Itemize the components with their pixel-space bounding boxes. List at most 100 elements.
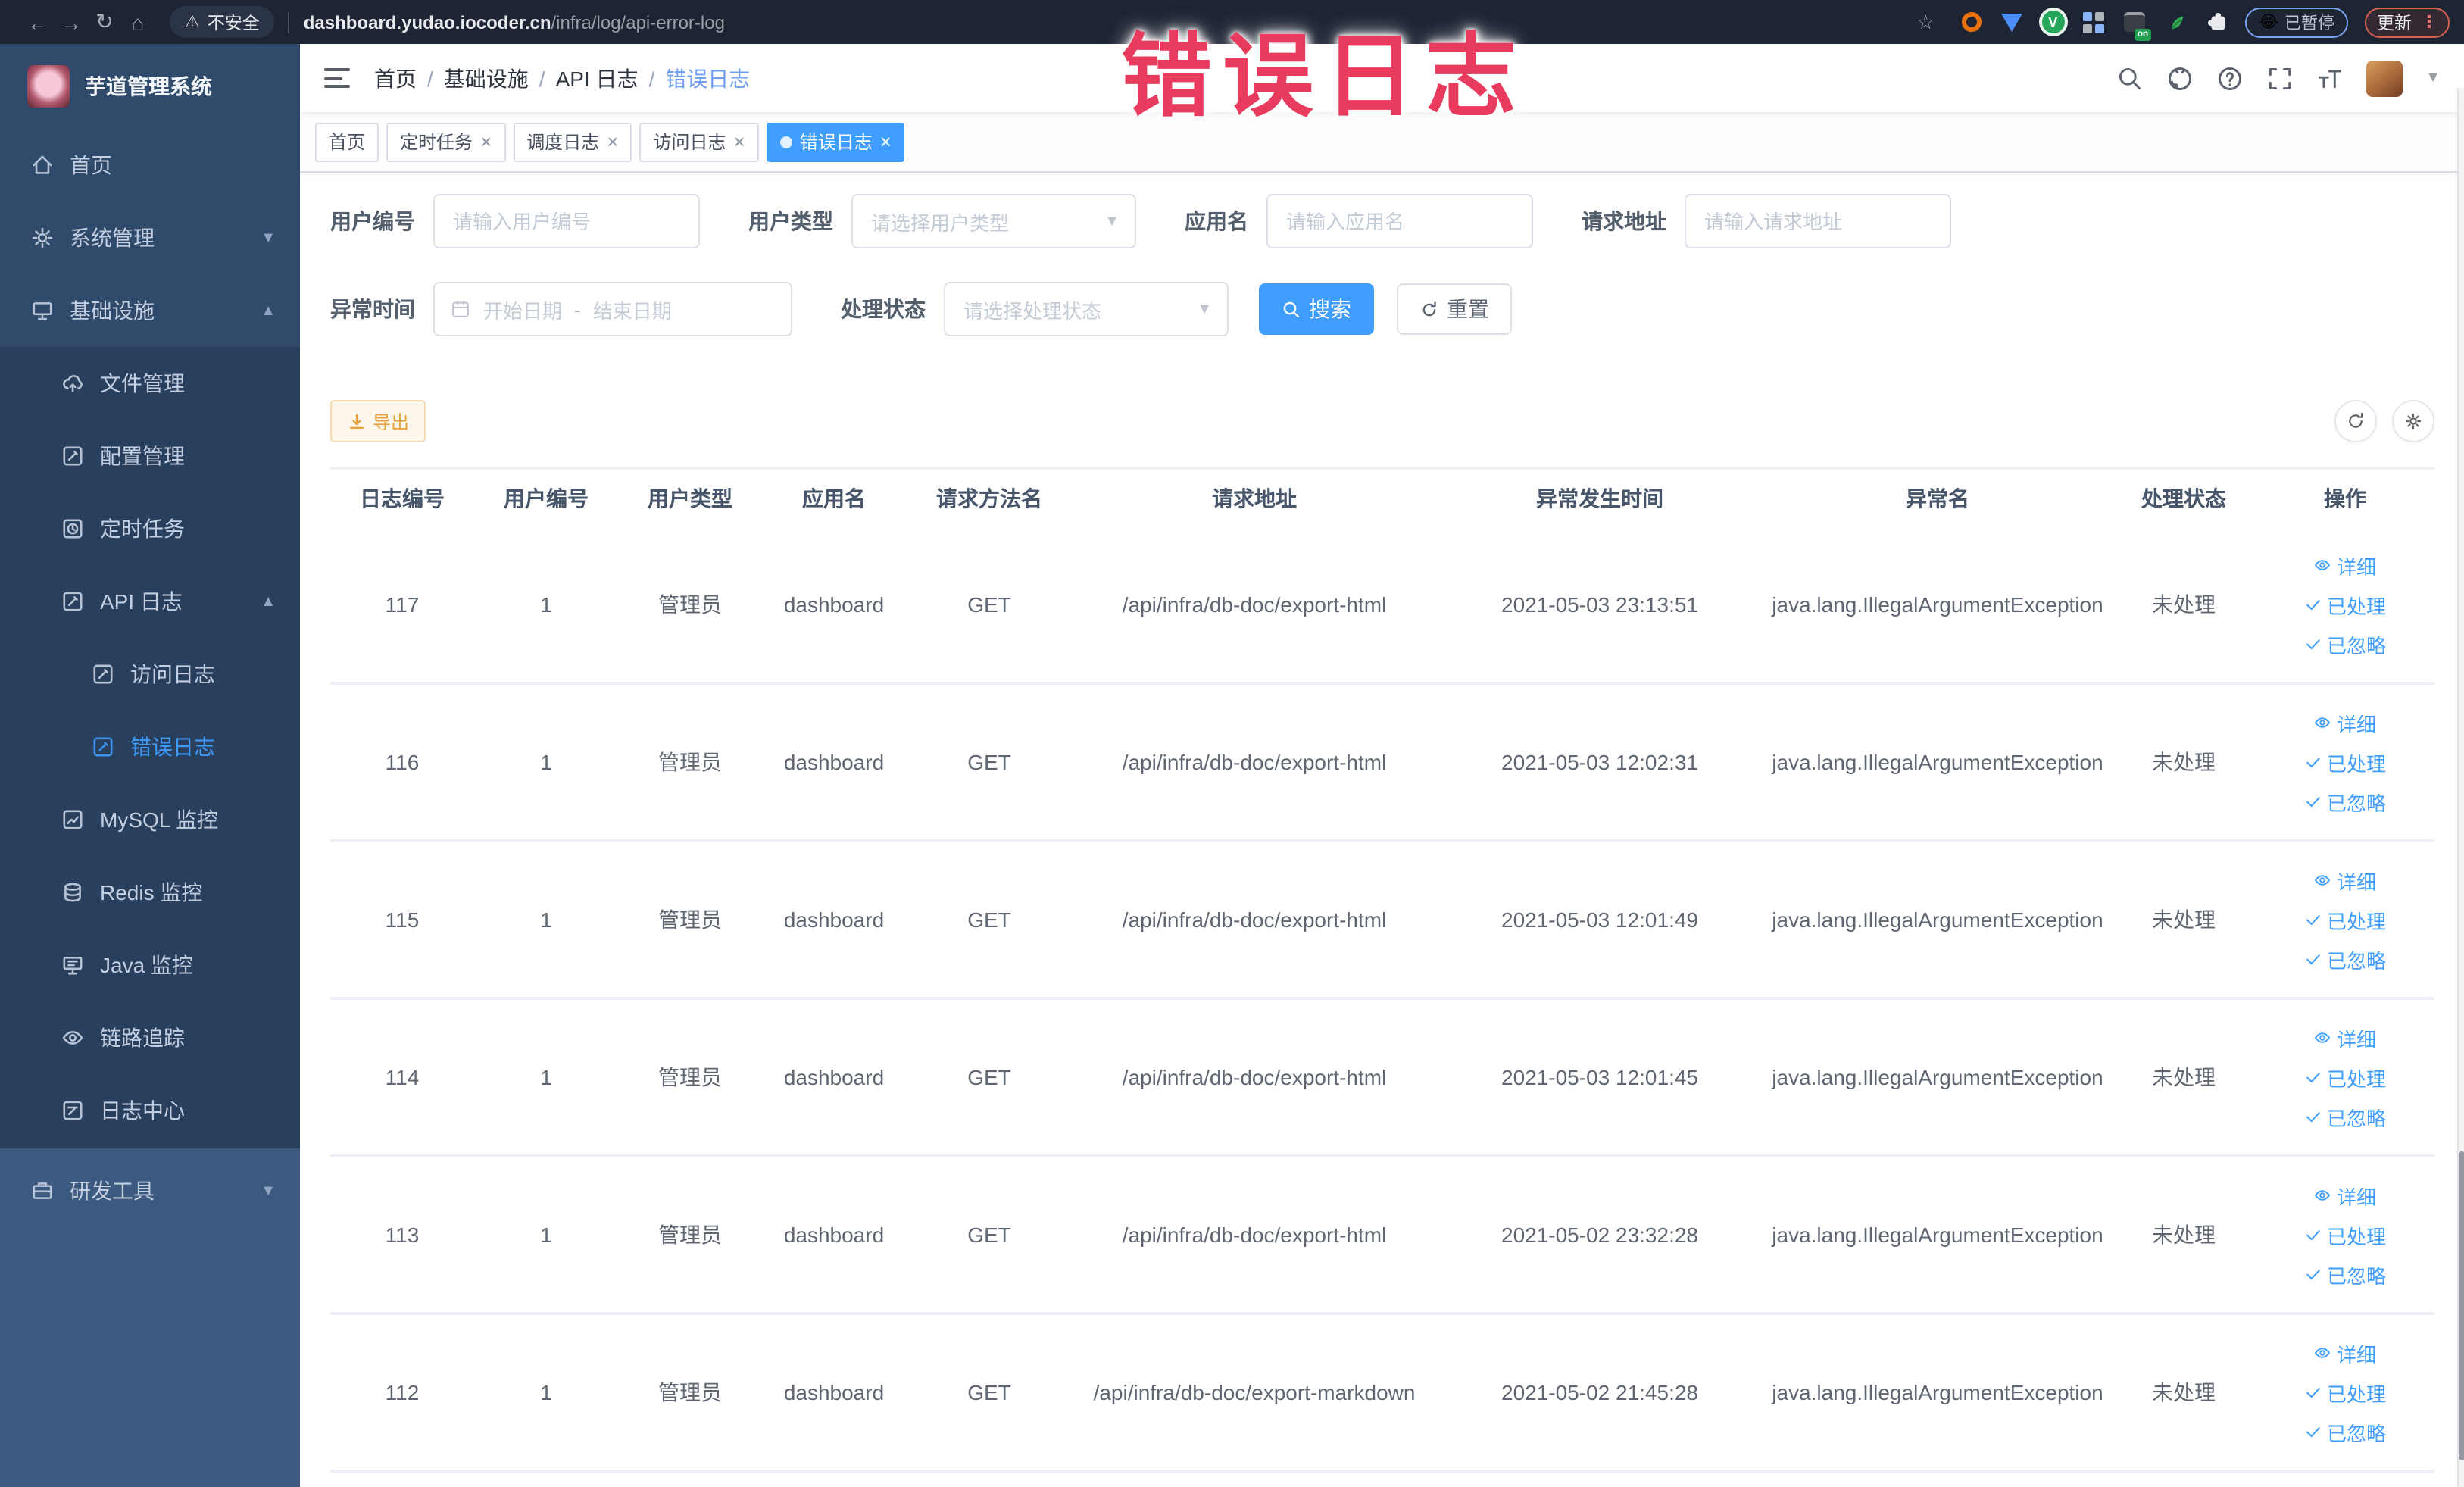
column-settings-button[interactable] [2392, 400, 2434, 442]
app-logo[interactable]: 芋道管理系统 [0, 44, 300, 129]
user-avatar[interactable] [2366, 60, 2403, 96]
export-button[interactable]: 导出 [330, 400, 426, 442]
mark-ignored-link[interactable]: 已忽略 [2304, 1417, 2386, 1446]
extension-grid-icon[interactable] [2081, 10, 2106, 34]
url-host[interactable]: dashboard.yudao.iocoder.cn [304, 11, 551, 33]
search-icon[interactable] [2116, 64, 2144, 92]
sidebar-item-java[interactable]: Java 监控 [0, 929, 300, 1001]
request-url-cell: /api/infra/db-doc/export-markdown [1093, 1380, 1416, 1404]
user-id-cell: 1 [540, 1380, 552, 1404]
tab-close-icon[interactable]: × [734, 132, 745, 152]
tab-schedule-log[interactable]: 调度日志 × [513, 122, 632, 161]
method-cell: GET [967, 1380, 1011, 1404]
user-type-cell: 管理员 [658, 1065, 722, 1089]
mark-ignored-link[interactable]: 已忽略 [2304, 1102, 2386, 1131]
sidebar-item-cron[interactable]: 定时任务 [0, 492, 300, 565]
error-log-table: 日志编号 用户编号 用户类型 应用名 请求方法名 请求地址 异常发生时间 异常名… [330, 467, 2434, 1473]
bookmark-star-icon[interactable]: ☆ [1909, 10, 1942, 34]
sidebar-item-redis[interactable]: Redis 监控 [0, 856, 300, 929]
actions-cell: 详细 已处理 已忽略 [2256, 551, 2434, 658]
app-name-input[interactable] [1266, 194, 1533, 248]
user-type-select[interactable]: 请选择用户类型 ▼ [851, 194, 1136, 248]
update-button[interactable]: 更新 ⋮ [2365, 7, 2450, 37]
search-button[interactable]: 搜索 [1259, 283, 1374, 335]
mark-ignored-link[interactable]: 已忽略 [2304, 945, 2386, 973]
breadcrumb-item[interactable]: 基础设施 [444, 63, 529, 93]
font-size-icon[interactable] [2316, 64, 2344, 92]
refresh-table-button[interactable] [2334, 400, 2377, 442]
detail-link[interactable]: 详细 [2314, 1181, 2376, 1210]
tab-cron[interactable]: 定时任务 × [386, 122, 506, 161]
url-path[interactable]: /infra/log/api-error-log [551, 11, 725, 33]
github-icon[interactable] [2166, 64, 2194, 92]
extension-leaf-icon[interactable] [2163, 10, 2188, 34]
column-header: 用户类型 [648, 486, 732, 511]
mark-ignored-link[interactable]: 已忽略 [2304, 629, 2386, 658]
log-center-icon [63, 1101, 83, 1120]
user-id-cell: 1 [540, 750, 552, 774]
process-status-select[interactable]: 请选择处理状态 ▼ [944, 282, 1229, 336]
sidebar-item-file-manage[interactable]: 文件管理 [0, 347, 300, 420]
extension-blue-icon[interactable] [2000, 10, 2024, 34]
tab-access-log[interactable]: 访问日志 × [639, 122, 759, 161]
user-menu-caret-icon[interactable]: ▼ [2425, 70, 2441, 86]
tab-close-icon[interactable]: × [480, 132, 492, 152]
sidebar-item-system[interactable]: 系统管理 ▼ [0, 201, 300, 274]
sidebar-item-devtools[interactable]: 研发工具 ▼ [0, 1148, 300, 1233]
paused-pill[interactable]: 😂 已暂停 [2245, 7, 2348, 37]
detail-link[interactable]: 详细 [2314, 1339, 2376, 1367]
chevron-down-icon: ▼ [261, 230, 276, 246]
breadcrumb-item[interactable]: API 日志 [556, 63, 639, 93]
page-scrollbar[interactable] [2457, 88, 2464, 1487]
request-url-input[interactable] [1685, 194, 1951, 248]
help-icon[interactable] [2216, 64, 2244, 92]
select-placeholder: 请选择处理状态 [963, 299, 1102, 322]
sidebar-item-infra[interactable]: 基础设施 ▲ [0, 274, 300, 347]
browser-menu-dots-icon[interactable]: ⋮ [2421, 12, 2437, 32]
tab-close-icon[interactable]: × [880, 132, 892, 152]
security-chip[interactable]: ⚠ 不安全 [170, 6, 275, 38]
extension-v-icon[interactable]: V [2041, 10, 2065, 34]
extensions-puzzle-icon[interactable] [2204, 10, 2228, 34]
scrollbar-thumb[interactable] [2459, 1151, 2464, 1460]
check-icon [2306, 1112, 2320, 1123]
sidebar-item-log-center[interactable]: 日志中心 [0, 1074, 300, 1147]
mark-processed-link[interactable]: 已处理 [2304, 1220, 2386, 1249]
reset-button[interactable]: 重置 [1397, 283, 1512, 335]
detail-link[interactable]: 详细 [2314, 866, 2376, 895]
tab-error-log[interactable]: 错误日志 × [766, 122, 905, 161]
home-icon[interactable]: ⌂ [121, 10, 155, 34]
sidebar-item-mysql[interactable]: MySQL 监控 [0, 783, 300, 856]
back-icon[interactable]: ← [21, 10, 55, 34]
user-id-input[interactable] [433, 194, 700, 248]
reload-icon[interactable]: ↻ [88, 9, 121, 35]
mark-processed-link[interactable]: 已处理 [2304, 748, 2386, 776]
forward-icon[interactable]: → [55, 10, 88, 34]
mark-processed-link[interactable]: 已处理 [2304, 1378, 2386, 1407]
sidebar-item-home[interactable]: 首页 [0, 129, 300, 201]
extension-proxy-icon[interactable]: on [2122, 10, 2152, 40]
sidebar-item-access-log[interactable]: 访问日志 [0, 638, 300, 711]
sidebar-item-error-log[interactable]: 错误日志 [0, 711, 300, 783]
hamburger-icon[interactable] [324, 68, 350, 88]
sidebar-item-api-log[interactable]: API 日志 ▲ [0, 565, 300, 638]
breadcrumb-item[interactable]: 首页 [374, 63, 417, 93]
sidebar-item-trace[interactable]: 链路追踪 [0, 1001, 300, 1074]
mark-processed-link[interactable]: 已处理 [2304, 1063, 2386, 1092]
detail-link[interactable]: 详细 [2314, 708, 2376, 737]
tab-close-icon[interactable]: × [607, 132, 618, 152]
tab-home[interactable]: 首页 [315, 122, 379, 161]
fullscreen-icon[interactable] [2266, 64, 2294, 92]
mark-processed-link[interactable]: 已处理 [2304, 590, 2386, 619]
mark-ignored-link[interactable]: 已忽略 [2304, 1260, 2386, 1289]
detail-link[interactable]: 详细 [2314, 551, 2376, 579]
mark-processed-link[interactable]: 已处理 [2304, 905, 2386, 934]
extension-orange-icon[interactable] [1959, 10, 1983, 34]
tab-label: 调度日志 [526, 132, 600, 153]
sidebar-item-config[interactable]: 配置管理 [0, 420, 300, 492]
mark-ignored-link[interactable]: 已忽略 [2304, 787, 2386, 816]
date-range-picker[interactable]: 开始日期 - 结束日期 [433, 282, 792, 336]
detail-link-label: 详细 [2336, 555, 2376, 578]
detail-link[interactable]: 详细 [2314, 1023, 2376, 1052]
log-id-cell: 112 [385, 1380, 420, 1404]
